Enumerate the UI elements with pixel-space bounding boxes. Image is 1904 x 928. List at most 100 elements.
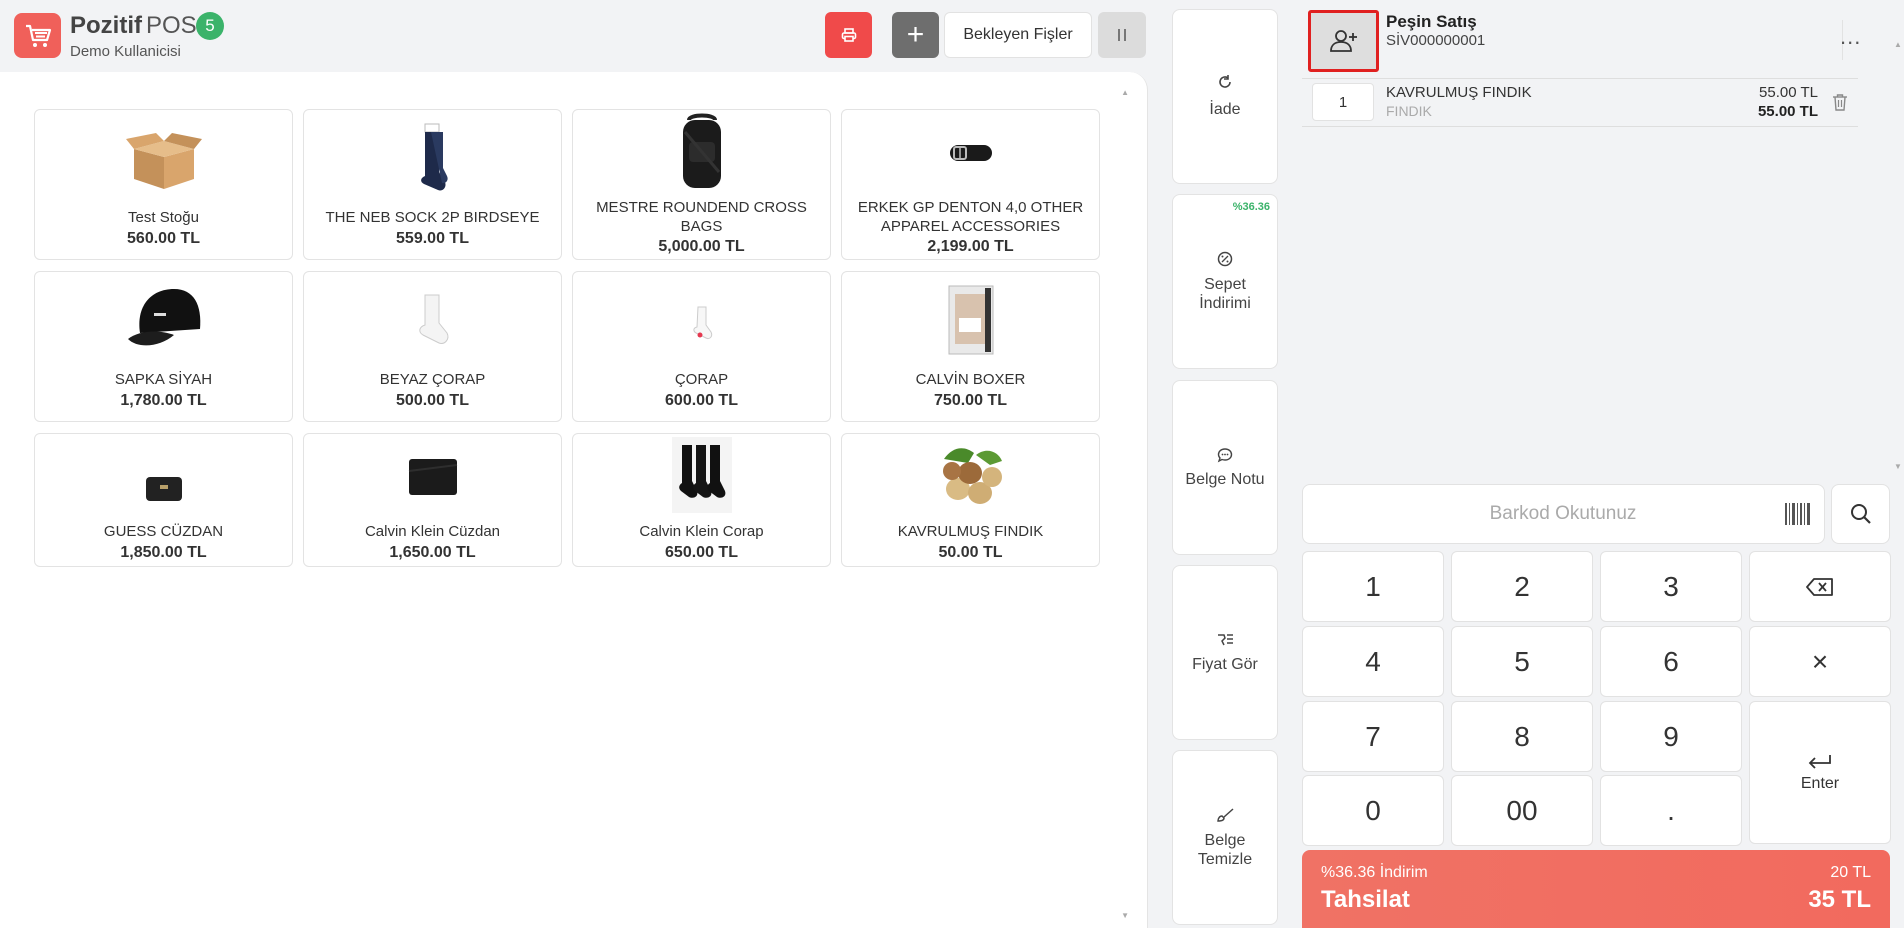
price-check-icon: [1173, 632, 1277, 648]
key-6[interactable]: 6: [1600, 626, 1742, 697]
key-5[interactable]: 5: [1451, 626, 1593, 697]
discount-amount: 20 TL: [1830, 864, 1871, 881]
document-note-button[interactable]: Belge Notu: [1172, 380, 1278, 555]
key-decimal[interactable]: .: [1600, 775, 1742, 846]
print-button[interactable]: [825, 12, 872, 58]
backspace-button[interactable]: [1749, 551, 1891, 622]
key-4[interactable]: 4: [1302, 626, 1444, 697]
cart-item-name: KAVRULMUŞ FINDIK: [1386, 84, 1532, 101]
product-name: CALVİN BOXER: [915, 371, 1026, 388]
product-card[interactable]: Test Stoğu 560.00 TL: [34, 109, 293, 260]
product-card[interactable]: ÇORAP 600.00 TL: [572, 271, 831, 422]
product-price: 2,199.00 TL: [927, 238, 1014, 255]
product-name: Test Stoğu: [128, 209, 199, 226]
backpack-icon: [573, 112, 830, 192]
product-price: 559.00 TL: [396, 230, 469, 247]
product-card[interactable]: THE NEB SOCK 2P BIRDSEYE 559.00 TL: [303, 109, 562, 260]
key-8[interactable]: 8: [1451, 701, 1593, 772]
key-9[interactable]: 9: [1600, 701, 1742, 772]
trash-icon[interactable]: [1832, 93, 1848, 116]
product-price: 750.00 TL: [934, 392, 1007, 409]
product-price: 500.00 TL: [396, 392, 469, 409]
checkout-button[interactable]: %36.36 İndirim 20 TL Tahsilat 35 TL: [1302, 850, 1890, 928]
printer-icon: [841, 28, 856, 42]
price-check-button[interactable]: Fiyat Gör: [1172, 565, 1278, 740]
clear-document-label: Belge Temizle: [1197, 832, 1253, 868]
cart-item-row[interactable]: 1 KAVRULMUŞ FINDIK FINDIK 55.00 TL 55.00…: [1302, 79, 1858, 127]
key-00[interactable]: 00: [1451, 775, 1593, 846]
enter-icon: [1808, 754, 1831, 769]
discount-label: %36.36 İndirim: [1321, 864, 1428, 881]
search-button[interactable]: [1831, 484, 1890, 544]
key-7[interactable]: 7: [1302, 701, 1444, 772]
pause-button[interactable]: [1098, 12, 1146, 58]
add-customer-button[interactable]: [1308, 10, 1379, 72]
new-receipt-button[interactable]: +: [892, 12, 939, 58]
cart-scroll-up-icon[interactable]: ▲: [1894, 40, 1902, 49]
document-note-label: Belge Notu: [1185, 471, 1265, 488]
product-grid: ▲ Test Stoğu 560.00 TL THE NEB SOCK 2P B…: [0, 72, 1148, 928]
key-0[interactable]: 0: [1302, 775, 1444, 846]
product-card[interactable]: MESTRE ROUNDEND CROSS BAGS 5,000.00 TL: [572, 109, 831, 260]
black-socks-icon: [573, 436, 830, 514]
product-price: 650.00 TL: [665, 544, 738, 561]
refund-button[interactable]: İade: [1172, 9, 1278, 184]
product-price: 1,650.00 TL: [389, 544, 476, 561]
product-card[interactable]: Calvin Klein Cüzdan 1,650.00 TL: [303, 433, 562, 567]
hazelnuts-icon: [842, 440, 1099, 512]
product-price: 1,850.00 TL: [120, 544, 207, 561]
product-card[interactable]: ERKEK GP DENTON 4,0 OTHER APPAREL ACCESS…: [841, 109, 1100, 260]
user-name: Demo Kullanicisi: [70, 43, 181, 60]
refund-label: İade: [1209, 101, 1241, 118]
more-options-button[interactable]: ...: [1840, 26, 1861, 48]
cart-item-category: FINDIK: [1386, 103, 1432, 119]
barcode-input[interactable]: [1303, 485, 1763, 543]
discount-icon: [1173, 251, 1277, 267]
barcode-field: [1302, 484, 1825, 544]
scroll-up-icon[interactable]: ▲: [1121, 88, 1129, 97]
product-card[interactable]: Calvin Klein Corap 650.00 TL: [572, 433, 831, 567]
product-name: SAPKA SİYAH: [114, 371, 213, 388]
wallet-icon: [35, 474, 292, 504]
clear-key[interactable]: ×: [1749, 626, 1891, 697]
checkout-title: Tahsilat: [1321, 886, 1410, 913]
cart-item-total: 55.00 TL: [1757, 103, 1818, 120]
brand-badge: 5: [196, 12, 224, 40]
key-2[interactable]: 2: [1451, 551, 1593, 622]
quantity-field[interactable]: 1: [1312, 83, 1374, 121]
sale-number: SİV000000001: [1386, 32, 1486, 49]
product-price: 5,000.00 TL: [658, 238, 745, 255]
pending-receipts-button[interactable]: Bekleyen Fişler: [944, 12, 1092, 58]
add-user-icon: [1329, 30, 1357, 52]
basket-discount-label: Sepet İndirimi: [1199, 276, 1251, 312]
product-card[interactable]: KAVRULMUŞ FINDIK 50.00 TL: [841, 433, 1100, 567]
product-price: 1,780.00 TL: [120, 392, 207, 409]
enter-label: Enter: [1800, 774, 1840, 792]
clear-document-button[interactable]: Belge Temizle: [1172, 750, 1278, 925]
product-name: MESTRE ROUNDEND CROSS BAGS: [596, 199, 807, 235]
product-card[interactable]: SAPKA SİYAH 1,780.00 TL: [34, 271, 293, 422]
cart-scroll-down-icon[interactable]: ▼: [1894, 462, 1902, 471]
small-sock-icon: [573, 302, 830, 346]
key-3[interactable]: 3: [1600, 551, 1742, 622]
backspace-icon: [1806, 577, 1833, 596]
product-name: ÇORAP: [674, 371, 729, 388]
socks-icon: [304, 122, 561, 196]
basket-discount-button[interactable]: %36.36 Sepet İndirimi: [1172, 194, 1278, 369]
cap-icon: [35, 282, 292, 358]
sale-type-title: Peşin Satış: [1386, 12, 1477, 31]
key-1[interactable]: 1: [1302, 551, 1444, 622]
product-name: GUESS CÜZDAN: [103, 523, 224, 540]
product-name: KAVRULMUŞ FINDIK: [897, 523, 1044, 540]
product-card[interactable]: BEYAZ ÇORAP 500.00 TL: [303, 271, 562, 422]
product-name: THE NEB SOCK 2P BIRDSEYE: [325, 209, 540, 226]
scroll-down-icon[interactable]: ▼: [1121, 911, 1129, 920]
black-wallet-icon: [304, 454, 561, 500]
enter-button[interactable]: Enter: [1749, 701, 1891, 844]
refresh-icon: [1173, 74, 1277, 90]
barcode-icon[interactable]: [1785, 503, 1810, 525]
product-card[interactable]: GUESS CÜZDAN 1,850.00 TL: [34, 433, 293, 567]
product-card[interactable]: CALVİN BOXER 750.00 TL: [841, 271, 1100, 422]
pause-icon: [1118, 29, 1120, 41]
product-price: 50.00 TL: [938, 544, 1003, 561]
